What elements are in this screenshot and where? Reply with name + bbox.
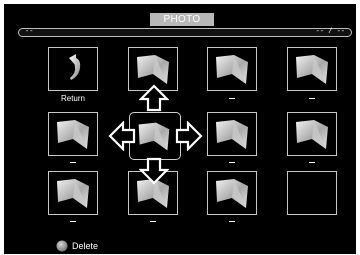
page-title: PHOTO (150, 13, 214, 26)
photo-tile[interactable] (48, 171, 98, 215)
photo-icon (57, 120, 89, 149)
caption-dash (150, 221, 156, 222)
photo-tile[interactable] (207, 112, 257, 156)
photo-icon (216, 120, 248, 149)
caption-dash (229, 162, 235, 163)
photo-icon (296, 120, 328, 149)
left-arrow-icon (108, 121, 136, 151)
caption-dash (309, 162, 315, 163)
photo-tile[interactable] (48, 112, 98, 156)
photo-icon (296, 55, 328, 84)
down-arrow-icon (139, 157, 169, 185)
photo-tile[interactable] (207, 47, 257, 91)
photo-tile[interactable] (207, 171, 257, 215)
caption-dash (70, 162, 76, 163)
selection-frame (129, 112, 181, 160)
delete-label: Delete (72, 241, 99, 251)
photo-tile[interactable] (287, 112, 337, 156)
photo-icon (216, 179, 248, 208)
caption-dash (229, 98, 235, 99)
caption-dash (70, 221, 76, 222)
delete-button-icon[interactable] (56, 240, 68, 252)
photo-icon (57, 179, 89, 208)
up-arrow-icon (139, 84, 169, 112)
photo-browser-screen: PHOTO -- -- / -- Return Delete (4, 4, 356, 254)
caption-dash (309, 98, 315, 99)
return-label: Return (60, 94, 85, 103)
return-arrow-icon (69, 54, 81, 80)
progress-bar: -- -- / -- (18, 28, 352, 37)
progress-left-text: -- (25, 28, 34, 36)
photo-icon (216, 55, 248, 84)
right-arrow-icon (175, 121, 203, 151)
caption-dash (229, 221, 235, 222)
progress-right-text: -- / -- (315, 28, 345, 36)
photo-tile[interactable] (287, 47, 337, 91)
empty-tile (287, 171, 337, 215)
return-tile[interactable] (48, 47, 98, 91)
